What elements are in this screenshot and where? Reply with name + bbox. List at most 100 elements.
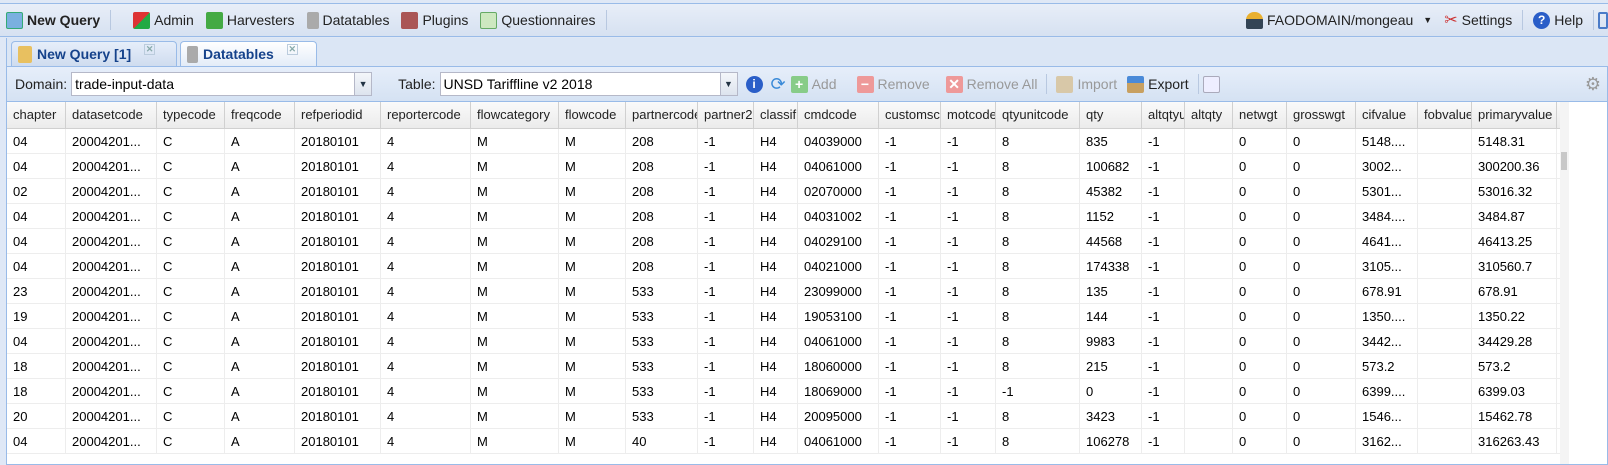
table-row[interactable]: 04 20004201... C A 20180101 4 M M 208 -1 H4 0406100… bbox=[7, 154, 1560, 179]
close-icon[interactable]: ✕ bbox=[286, 43, 298, 55]
column-header-qty[interactable]: qty bbox=[1080, 102, 1142, 128]
gear-icon[interactable]: ⚙ bbox=[1585, 74, 1601, 95]
chevron-down-icon[interactable]: ▼ bbox=[719, 73, 737, 95]
tab-new-query[interactable]: New Query [1] ✕ bbox=[11, 41, 177, 66]
new-query-button[interactable]: New Query bbox=[0, 7, 106, 33]
export-button[interactable]: Export bbox=[1122, 75, 1193, 93]
help-button[interactable]: ? Help bbox=[1527, 7, 1589, 33]
checklist-icon[interactable] bbox=[1202, 75, 1220, 93]
close-icon[interactable]: ✕ bbox=[144, 43, 156, 55]
cell-refperiodid: 20180101 bbox=[295, 154, 381, 178]
column-header-netwgt[interactable]: netwgt bbox=[1233, 102, 1287, 128]
cell-qtyunitcode: 8 bbox=[996, 254, 1080, 278]
cell-fobvalue bbox=[1418, 379, 1472, 403]
cell-fobvalue bbox=[1418, 304, 1472, 328]
table-row[interactable]: 23 20004201... C A 20180101 4 M M 533 -1 H4 2309900… bbox=[7, 279, 1560, 304]
column-header-freqcode[interactable]: freqcode bbox=[225, 102, 295, 128]
cell-reportercode: 4 bbox=[381, 154, 471, 178]
table-row[interactable]: 18 20004201... C A 20180101 4 M M 533 -1 H4 1806900… bbox=[7, 379, 1560, 404]
column-header-typecode[interactable]: typecode bbox=[157, 102, 225, 128]
user-menu[interactable]: FAODOMAIN/mongeau ▼ bbox=[1240, 7, 1438, 33]
table-row[interactable]: 19 20004201... C A 20180101 4 M M 533 -1 H4 1905310… bbox=[7, 304, 1560, 329]
cell-netwgt: 0 bbox=[1233, 279, 1287, 303]
cell-chapter: 02 bbox=[7, 179, 66, 203]
table-row[interactable]: 20 20004201... C A 20180101 4 M M 533 -1 H4 2009500… bbox=[7, 404, 1560, 429]
table-row[interactable]: 04 20004201... C A 20180101 4 M M 208 -1 H4 0402100… bbox=[7, 254, 1560, 279]
column-header-customscode[interactable]: customscode bbox=[879, 102, 941, 128]
harvesters-button[interactable]: Harvesters bbox=[200, 7, 301, 33]
cell-qtyunitcode: 8 bbox=[996, 204, 1080, 228]
cell-flowcategory: M bbox=[471, 229, 559, 253]
import-button[interactable]: Import bbox=[1051, 75, 1122, 93]
column-header-partner2[interactable]: partner2 bbox=[698, 102, 754, 128]
table-row[interactable]: 04 20004201... C A 20180101 4 M M 208 -1 H4 0402910… bbox=[7, 229, 1560, 254]
refresh-icon[interactable]: ⟳ bbox=[771, 74, 786, 95]
column-header-altqty[interactable]: altqty bbox=[1185, 102, 1233, 128]
plugins-button[interactable]: Plugins bbox=[395, 7, 474, 33]
column-header-chapter[interactable]: chapter bbox=[7, 102, 66, 128]
cell-altqtyunit: -1 bbox=[1142, 129, 1185, 153]
cell-altqty bbox=[1185, 129, 1233, 153]
column-header-cmdcode[interactable]: cmdcode bbox=[798, 102, 879, 128]
cell-primaryvalue: 53016.32 bbox=[1472, 179, 1557, 203]
cell-netwgt: 0 bbox=[1233, 429, 1287, 453]
table-label: Table: bbox=[398, 76, 436, 92]
column-header-datasetcode[interactable]: datasetcode bbox=[66, 102, 157, 128]
column-header-altqtyunit[interactable]: altqtyunit bbox=[1142, 102, 1185, 128]
cell-datasetcode: 20004201... bbox=[66, 229, 157, 253]
questionnaires-button[interactable]: Questionnaires bbox=[474, 7, 601, 33]
column-header-refperiodid[interactable]: refperiodid bbox=[295, 102, 381, 128]
column-header-partnercode[interactable]: partnercode bbox=[626, 102, 698, 128]
cell-typecode: C bbox=[157, 179, 225, 203]
window-icon[interactable] bbox=[1598, 11, 1608, 29]
cell-customscode: -1 bbox=[879, 179, 941, 203]
domain-select[interactable]: trade-input-data ▼ bbox=[71, 72, 373, 96]
cell-qtyunitcode: 8 bbox=[996, 354, 1080, 378]
cell-refperiodid: 20180101 bbox=[295, 179, 381, 203]
settings-button[interactable]: ✂ Settings bbox=[1438, 7, 1518, 33]
info-icon[interactable]: i bbox=[745, 75, 763, 93]
cell-motcode: -1 bbox=[941, 154, 996, 178]
table-select[interactable]: UNSD Tariffline v2 2018 ▼ bbox=[439, 72, 738, 96]
table-row[interactable]: 04 20004201... C A 20180101 4 M M 533 -1 H4 0406100… bbox=[7, 329, 1560, 354]
cell-typecode: C bbox=[157, 304, 225, 328]
cell-qtyunitcode: 8 bbox=[996, 429, 1080, 453]
table-row[interactable]: 02 20004201... C A 20180101 4 M M 208 -1 H4 0207000… bbox=[7, 179, 1560, 204]
cell-cifvalue: 3105... bbox=[1356, 254, 1418, 278]
cell-motcode: -1 bbox=[941, 254, 996, 278]
chevron-down-icon[interactable]: ▼ bbox=[354, 73, 372, 95]
remove-all-button[interactable]: ✕ Remove All bbox=[941, 75, 1043, 93]
table-row[interactable]: 04 20004201... C A 20180101 4 M M 208 -1 H4 0403100… bbox=[7, 204, 1560, 229]
cell-altqtyunit: -1 bbox=[1142, 329, 1185, 353]
remove-button[interactable]: − Remove bbox=[852, 75, 935, 93]
add-button[interactable]: + Add bbox=[786, 75, 842, 93]
cell-chapter: 04 bbox=[7, 229, 66, 253]
column-header-motcode[interactable]: motcode bbox=[941, 102, 996, 128]
column-header-flowcategory[interactable]: flowcategory bbox=[471, 102, 559, 128]
column-header-reportercode[interactable]: reportercode bbox=[381, 102, 471, 128]
vertical-scrollbar[interactable] bbox=[1560, 102, 1569, 464]
datatables-button[interactable]: Datatables bbox=[301, 7, 396, 33]
new-query-icon bbox=[6, 11, 23, 29]
column-header-flowcode[interactable]: flowcode bbox=[559, 102, 626, 128]
cell-chapter: 19 bbox=[7, 304, 66, 328]
cell-flowcategory: M bbox=[471, 429, 559, 453]
column-header-primaryvalue[interactable]: primaryvalue bbox=[1472, 102, 1557, 128]
column-header-grosswgt[interactable]: grosswgt bbox=[1287, 102, 1356, 128]
domain-label: Domain: bbox=[15, 76, 68, 92]
cell-cifvalue: 5301... bbox=[1356, 179, 1418, 203]
admin-button[interactable]: Admin bbox=[127, 7, 200, 33]
column-header-classification[interactable]: classification bbox=[754, 102, 798, 128]
column-header-fobvalue[interactable]: fobvalue bbox=[1418, 102, 1472, 128]
table-row[interactable]: 04 20004201... C A 20180101 4 M M 40 -1 H4 04061000… bbox=[7, 429, 1560, 454]
cell-chapter: 20 bbox=[7, 404, 66, 428]
cell-altqty bbox=[1185, 279, 1233, 303]
table-row[interactable]: 04 20004201... C A 20180101 4 M M 208 -1 H4 0403900… bbox=[7, 129, 1560, 154]
cell-flowcategory: M bbox=[471, 304, 559, 328]
column-header-cifvalue[interactable]: cifvalue bbox=[1356, 102, 1418, 128]
cell-freqcode: A bbox=[225, 304, 295, 328]
table-row[interactable]: 18 20004201... C A 20180101 4 M M 533 -1 H4 1806000… bbox=[7, 354, 1560, 379]
cell-flowcode: M bbox=[559, 329, 626, 353]
column-header-qtyunitcode[interactable]: qtyunitcode bbox=[996, 102, 1080, 128]
tab-datatables[interactable]: Datatables ✕ bbox=[180, 41, 317, 66]
